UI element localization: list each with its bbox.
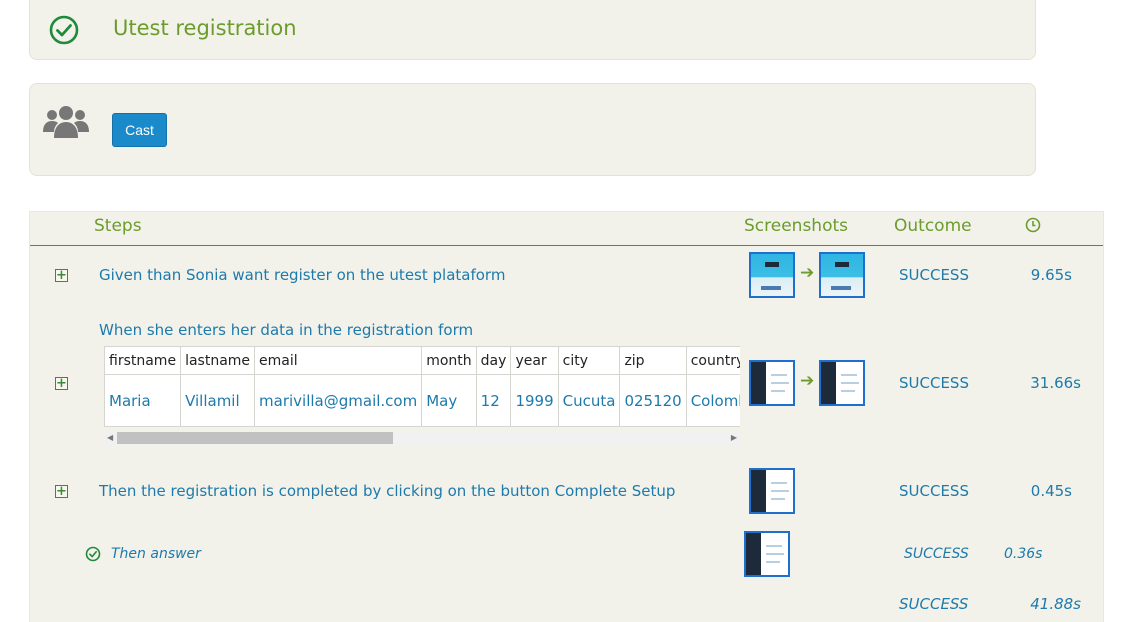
table-row: Maria Villamil marivilla@gmail.com May 1… — [104, 374, 740, 427]
clock-icon — [1025, 217, 1041, 233]
column-header: year — [510, 346, 559, 375]
total-duration: 41.88s — [1030, 595, 1081, 613]
column-header: country — [685, 346, 740, 375]
table-cell: 025120 — [619, 374, 687, 427]
step-2-screenshot-1[interactable] — [749, 360, 795, 406]
table-cell: Villamil — [180, 374, 256, 427]
check-circle-icon — [85, 546, 101, 562]
step-3-outcome: SUCCESS — [899, 482, 969, 500]
scroll-left-icon[interactable]: ◀ — [107, 431, 113, 445]
table-cell: 1999 — [510, 374, 559, 427]
table-cell: May — [421, 374, 477, 427]
table-cell: Colombia — [685, 374, 740, 427]
sub-step-text: Then answer — [111, 546, 201, 562]
title-panel: Utest registration — [29, 0, 1036, 60]
data-table: firstname lastname email month day year … — [104, 346, 740, 427]
table-header-row: firstname lastname email month day year … — [104, 346, 740, 375]
sub-step-duration: 0.36s — [1004, 546, 1043, 562]
sub-step-outcome: SUCCESS — [904, 546, 969, 562]
step-3-text: Then the registration is completed by cl… — [99, 482, 676, 500]
step-1-outcome: SUCCESS — [899, 266, 969, 284]
arrow-right-icon: ➔ — [800, 371, 815, 391]
column-header: day — [475, 346, 512, 375]
steps-section: Steps Screenshots Outcome + Given than S… — [29, 211, 1104, 622]
header-divider — [30, 245, 1103, 246]
column-header: lastname — [180, 346, 256, 375]
step-2-duration: 31.66s — [1030, 374, 1081, 392]
column-header: email — [254, 346, 423, 375]
step-1-screenshot-2[interactable] — [819, 252, 865, 298]
step-2-text: When she enters her data in the registra… — [99, 321, 474, 339]
expand-step-3-icon[interactable]: + — [55, 485, 68, 498]
step-2-outcome: SUCCESS — [899, 374, 969, 392]
outcome-header: Outcome — [894, 216, 972, 236]
total-outcome: SUCCESS — [899, 595, 969, 613]
step-3-screenshot[interactable] — [749, 468, 795, 514]
cast-panel: Cast — [29, 83, 1036, 176]
step-1-screenshot-1[interactable] — [749, 252, 795, 298]
table-cell: 12 — [475, 374, 512, 427]
page-title: Utest registration — [113, 16, 297, 40]
expand-step-1-icon[interactable]: + — [55, 269, 68, 282]
horizontal-scrollbar[interactable]: ◀ ▶ — [104, 431, 740, 445]
column-header: firstname — [104, 346, 182, 375]
column-header: zip — [619, 346, 687, 375]
table-cell: Maria — [104, 374, 182, 427]
screenshots-header: Screenshots — [744, 216, 849, 236]
step-3-duration: 0.45s — [1030, 482, 1072, 500]
scroll-thumb[interactable] — [117, 432, 393, 444]
steps-header: Steps — [94, 216, 142, 236]
sub-step-screenshot[interactable] — [744, 531, 790, 577]
arrow-right-icon: ➔ — [800, 263, 815, 283]
expand-step-2-icon[interactable]: + — [55, 377, 68, 390]
table-cell: Cucuta — [557, 374, 621, 427]
column-header: month — [421, 346, 477, 375]
step-2-screenshot-2[interactable] — [819, 360, 865, 406]
users-icon — [43, 106, 89, 138]
table-cell: marivilla@gmail.com — [254, 374, 423, 427]
step-1-text: Given than Sonia want register on the ut… — [99, 266, 506, 284]
step-1-duration: 9.65s — [1030, 266, 1072, 284]
scroll-right-icon[interactable]: ▶ — [731, 431, 737, 445]
check-circle-icon — [49, 15, 79, 45]
data-table-container: firstname lastname email month day year … — [104, 346, 740, 427]
column-header: city — [557, 346, 621, 375]
cast-button[interactable]: Cast — [112, 113, 167, 147]
